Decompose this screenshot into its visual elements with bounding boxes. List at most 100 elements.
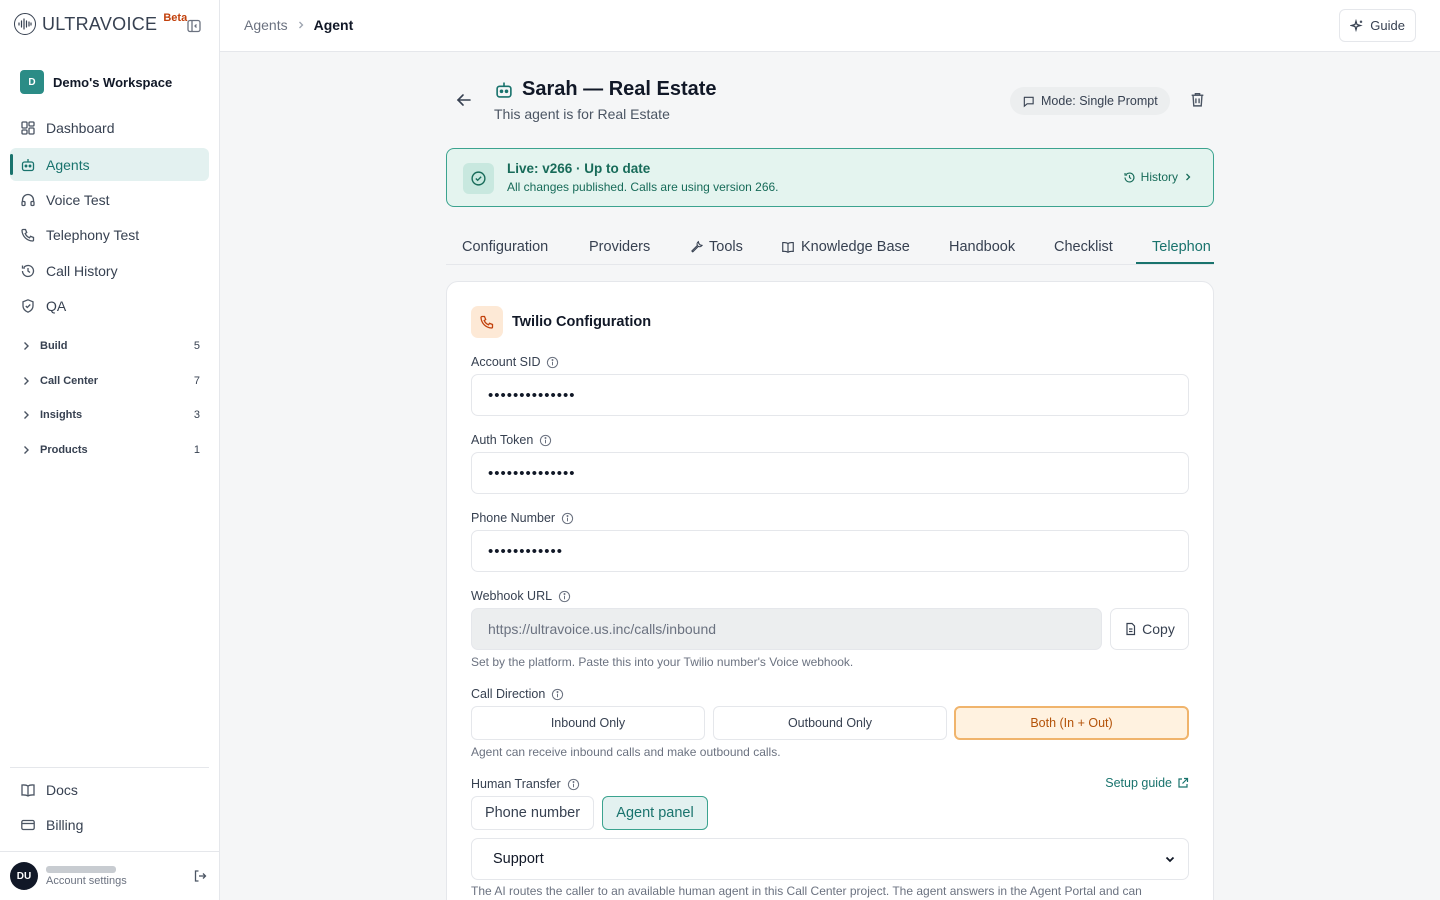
nav-item-telephony-test[interactable]: Telephony Test: [10, 218, 209, 251]
nav-group-label: Insights: [40, 409, 83, 421]
copy-button[interactable]: Copy: [1110, 608, 1189, 650]
sparkles-icon: [1350, 18, 1364, 33]
nav-item-qa[interactable]: QA: [10, 289, 209, 322]
shield-check-icon: [20, 298, 36, 314]
nav-group-count: 3: [193, 409, 200, 421]
nav-group-call-center[interactable]: Call Center 7: [20, 371, 200, 391]
nav-item-dashboard[interactable]: Dashboard: [10, 111, 209, 144]
mode-label: Mode: Single Prompt: [1041, 94, 1158, 108]
field-label-text: Call Direction: [471, 687, 546, 701]
brand[interactable]: ULTRAVOICE Beta: [14, 12, 188, 35]
logout-icon[interactable]: [193, 869, 207, 883]
account-row[interactable]: DU Account settings: [10, 862, 209, 890]
history-icon: [20, 263, 36, 279]
tab-checklist[interactable]: Checklist: [1054, 228, 1113, 264]
nav-item-billing[interactable]: Billing: [10, 808, 209, 841]
sidebar: ULTRAVOICE Beta D Demo's Workspace Dashb…: [0, 0, 220, 900]
breadcrumb-agent: Agent: [313, 17, 354, 33]
nav-item-call-history[interactable]: Call History: [10, 254, 209, 287]
nav-group-count: 1: [193, 444, 200, 456]
sidebar-divider: [10, 767, 209, 768]
mode-button[interactable]: Mode: Single Prompt: [1010, 87, 1170, 115]
history-label: History: [1140, 170, 1178, 184]
nav-label: Billing: [46, 816, 84, 833]
nav-group-label: Products: [40, 444, 88, 456]
info-icon[interactable]: [561, 512, 574, 525]
tab-label: Telephon: [1152, 238, 1211, 255]
live-title: Live: v266 · Up to date: [507, 161, 651, 176]
nav-item-docs[interactable]: Docs: [10, 773, 209, 806]
account-sid-label: Account SID: [471, 355, 559, 369]
tab-telephony[interactable]: Telephon: [1152, 228, 1211, 264]
nav-group-build[interactable]: Build 5: [20, 336, 200, 356]
info-icon[interactable]: [539, 434, 552, 447]
tab-configuration[interactable]: Configuration: [462, 228, 548, 264]
nav-item-voice-test[interactable]: Voice Test: [10, 183, 209, 216]
dashboard-icon: [20, 120, 36, 136]
delete-agent-icon[interactable]: [1189, 91, 1206, 108]
avatar: DU: [10, 862, 38, 890]
tab-label: Tools: [709, 238, 743, 255]
chevron-right-icon: [20, 340, 32, 352]
direction-inbound-button[interactable]: Inbound Only: [471, 706, 705, 740]
agent-description: This agent is for Real Estate: [494, 106, 670, 122]
sidebar-collapse-icon[interactable]: [187, 19, 201, 33]
nav-group-label: Build: [40, 340, 68, 352]
transfer-phone-number-button[interactable]: Phone number: [471, 796, 594, 830]
direction-outbound-button[interactable]: Outbound Only: [713, 706, 947, 740]
info-icon[interactable]: [551, 688, 564, 701]
tab-tools[interactable]: Tools: [690, 228, 743, 264]
workspace-avatar: D: [20, 70, 44, 94]
nav-group-count: 7: [193, 375, 200, 387]
nav-label: Voice Test: [46, 191, 110, 208]
tab-label: Knowledge Base: [801, 238, 910, 255]
field-label-text: Phone Number: [471, 511, 556, 525]
tab-knowledge-base[interactable]: Knowledge Base: [781, 228, 910, 264]
nav-group-insights[interactable]: Insights 3: [20, 405, 200, 425]
brand-name: ULTRAVOICE: [42, 13, 158, 34]
account-sid-input[interactable]: ••••••••••••••: [471, 374, 1189, 416]
page-title: Sarah — Real Estate: [522, 78, 717, 100]
workspace-switcher[interactable]: D Demo's Workspace: [20, 70, 172, 94]
tab-handbook[interactable]: Handbook: [949, 228, 1015, 264]
call-center-project-select[interactable]: Support: [471, 838, 1189, 880]
breadcrumb: Agents Agent: [244, 17, 353, 33]
guide-button[interactable]: Guide: [1339, 9, 1416, 42]
direction-both-button[interactable]: Both (In + Out): [954, 706, 1189, 740]
beta-badge: Beta: [163, 12, 188, 24]
chevron-right-icon: [296, 20, 306, 30]
info-icon[interactable]: [546, 356, 559, 369]
account-settings-label: Account settings: [46, 874, 127, 887]
agent-title: Sarah — Real Estate: [494, 78, 717, 101]
nav-label: QA: [46, 297, 67, 314]
setup-guide-link[interactable]: Setup guide: [1105, 776, 1189, 790]
webhook-url-input[interactable]: https://ultravoice.us.inc/calls/inbound: [471, 608, 1102, 650]
info-icon[interactable]: [558, 590, 571, 603]
external-link-icon: [1177, 777, 1189, 789]
book-icon: [20, 782, 36, 798]
call-direction-label: Call Direction: [471, 687, 564, 701]
nav-item-agents[interactable]: Agents: [10, 148, 209, 181]
tab-providers[interactable]: Providers: [589, 228, 650, 264]
chevron-right-icon: [20, 444, 32, 456]
field-label-text: Account SID: [471, 355, 541, 369]
tab-bar: Configuration Providers Tools Knowledge …: [446, 228, 1214, 265]
chevron-down-icon: [1164, 853, 1176, 865]
auth-token-input[interactable]: ••••••••••••••: [471, 452, 1189, 494]
sidebar-divider: [0, 851, 219, 852]
nav-group-label: Call Center: [40, 375, 99, 387]
info-icon[interactable]: [567, 778, 580, 791]
back-arrow-icon[interactable]: [455, 91, 473, 109]
nav-group-count: 5: [193, 340, 200, 352]
history-link[interactable]: History: [1123, 170, 1193, 184]
tab-label: Checklist: [1054, 238, 1113, 255]
breadcrumb-agents[interactable]: Agents: [244, 17, 288, 33]
phone-icon: [20, 227, 36, 243]
active-tab-indicator: [1136, 262, 1214, 264]
nav-group-products[interactable]: Products 1: [20, 440, 200, 460]
transfer-agent-panel-button[interactable]: Agent panel: [602, 796, 708, 830]
message-square-icon: [1022, 95, 1035, 108]
phone-number-input[interactable]: ••••••••••••: [471, 530, 1189, 572]
select-value: Support: [493, 851, 544, 867]
phone-number-label: Phone Number: [471, 511, 574, 525]
